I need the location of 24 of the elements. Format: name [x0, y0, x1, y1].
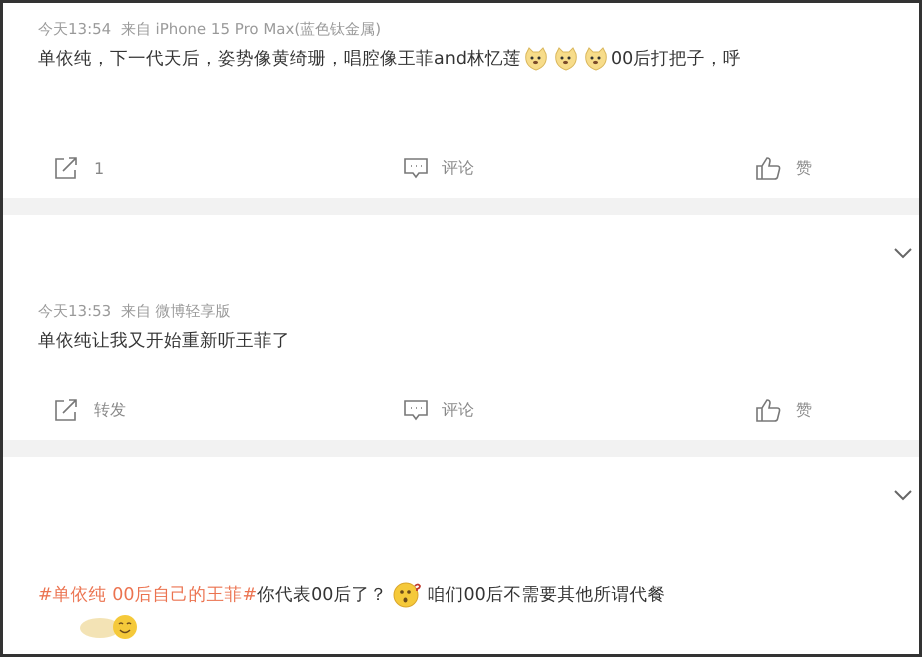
like-button[interactable]: 赞: [756, 156, 812, 180]
thumbs-up-icon: [756, 156, 782, 180]
comment-icon: [404, 157, 428, 179]
dog-emoji-icon: [552, 46, 579, 72]
share-icon: [54, 156, 80, 180]
post-meta: 今天13:53 来自 微博轻享版: [38, 301, 232, 321]
post-text: 你代表00后了？: [257, 584, 388, 607]
thumbs-up-icon: [756, 398, 782, 422]
repost-button[interactable]: 转发: [54, 398, 126, 422]
comment-button[interactable]: 评论: [404, 156, 474, 180]
post-text: 单依纯让我又开始重新听王菲了: [38, 330, 290, 353]
puzzled-emoji-icon: [393, 582, 424, 608]
post-text: 00后打把子，呼: [610, 48, 742, 71]
share-icon: [54, 398, 80, 422]
hashtag-link[interactable]: #单依纯 00后自己的王菲#: [38, 581, 258, 609]
repost-button[interactable]: 1: [54, 156, 104, 180]
post-text: 单依纯，下一代天后，姿势像黄绮珊，唱腔像王菲and林忆莲: [38, 48, 521, 71]
dog-emoji-icon: [582, 46, 609, 72]
post-text: 咱们00后不需要其他所谓代餐: [427, 584, 666, 607]
comment-icon: [404, 399, 428, 421]
like-button[interactable]: 赞: [756, 398, 812, 422]
dog-emoji-icon: [522, 46, 549, 72]
comment-button[interactable]: 评论: [404, 398, 474, 422]
post-meta: 今天13:54 来自 iPhone 15 Pro Max(蓝色钛金属): [38, 19, 382, 39]
